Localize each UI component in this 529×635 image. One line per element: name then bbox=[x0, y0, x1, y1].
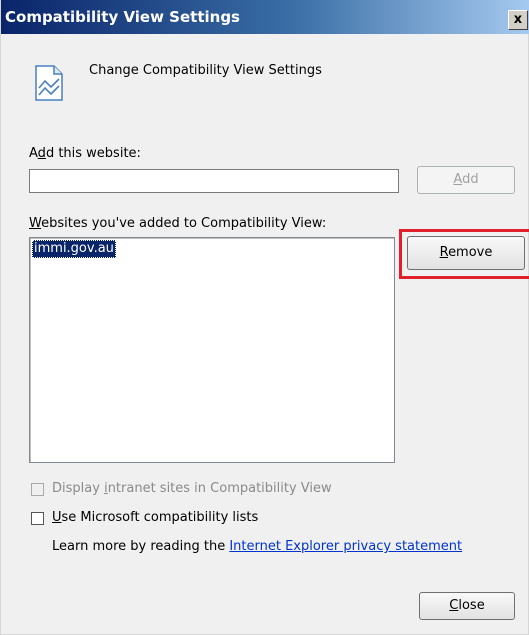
intranet-sites-label: Display intranet sites in Compatibility … bbox=[52, 481, 332, 496]
close-button[interactable]: Close bbox=[419, 592, 515, 620]
websites-list-label: Websites you've added to Compatibility V… bbox=[29, 216, 327, 231]
dialog-heading: Change Compatibility View Settings bbox=[89, 63, 322, 78]
learn-more-text: Learn more by reading the Internet Explo… bbox=[52, 539, 463, 554]
add-website-label: Add this website: bbox=[29, 146, 141, 161]
window-title: Compatibility View Settings bbox=[5, 8, 240, 26]
websites-listbox[interactable]: immi.gov.au bbox=[29, 237, 395, 463]
close-window-button[interactable]: x bbox=[508, 10, 528, 30]
privacy-statement-link[interactable]: Internet Explorer privacy statement bbox=[229, 539, 462, 554]
intranet-sites-checkbox[interactable] bbox=[31, 483, 44, 496]
list-item[interactable]: immi.gov.au bbox=[32, 240, 116, 258]
title-bar[interactable]: Compatibility View Settings x bbox=[1, 0, 529, 34]
close-icon: x bbox=[513, 12, 523, 27]
add-button[interactable]: Add bbox=[417, 166, 515, 194]
ms-compat-lists-label: Use Microsoft compatibility lists bbox=[52, 510, 259, 525]
highlight-annotation bbox=[399, 229, 529, 279]
ms-compat-lists-checkbox[interactable] bbox=[31, 512, 44, 525]
add-website-input[interactable] bbox=[29, 169, 399, 193]
compatibility-view-icon bbox=[35, 65, 63, 101]
compatibility-view-dialog: Compatibility View Settings x Change Com… bbox=[0, 0, 529, 635]
